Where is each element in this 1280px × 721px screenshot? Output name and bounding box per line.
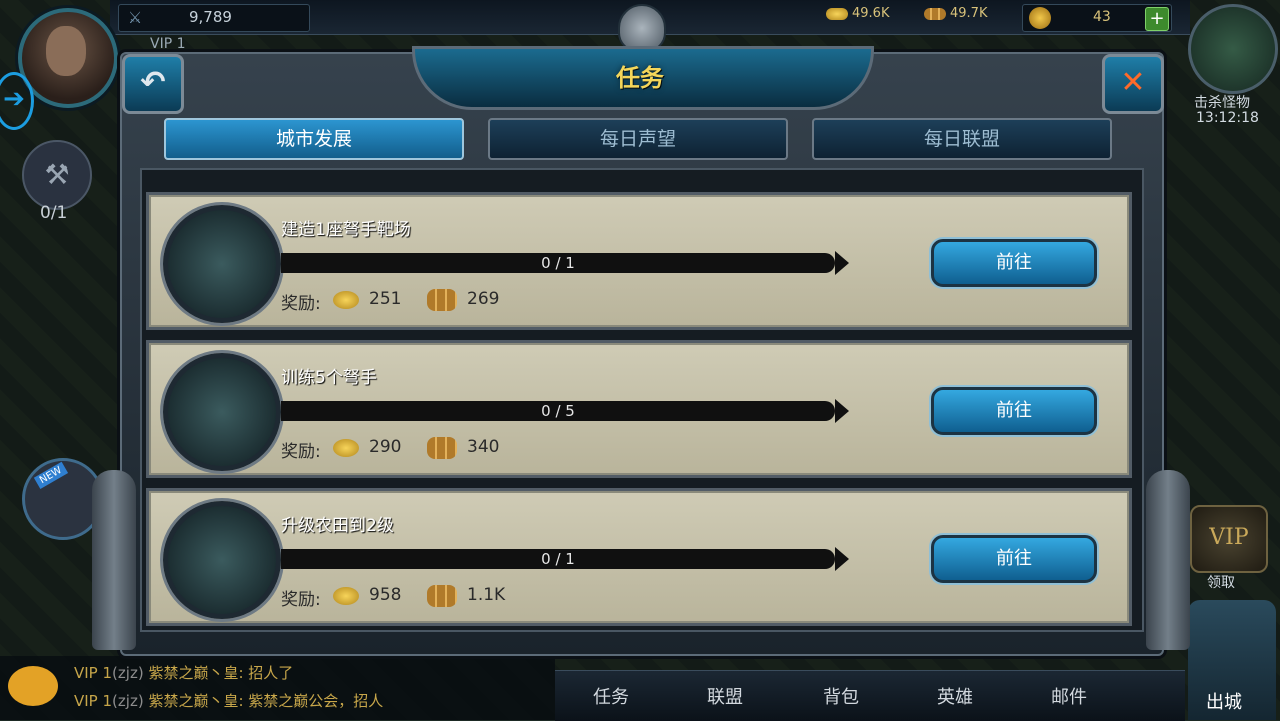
monster-orb-icon[interactable] xyxy=(1188,4,1278,94)
wood-icon xyxy=(427,437,457,459)
reward-food-value: 958 xyxy=(369,585,402,605)
quest-progress-bar: 0 / 5 xyxy=(281,399,849,423)
wood-icon xyxy=(427,289,457,311)
chat-panel[interactable]: VIP 1(zjz) 紫禁之巅丶皇: 招人了 VIP 1(zjz) 紫禁之巅丶皇… xyxy=(0,656,555,720)
nav-heroes[interactable]: 英雄 xyxy=(937,683,973,709)
kill-monster-timer: 13:12:18 xyxy=(1196,110,1259,126)
go-button[interactable]: 前往 xyxy=(931,535,1097,583)
food-resource[interactable]: 49.6K xyxy=(826,6,889,28)
power-display: ⚔ 9,789 xyxy=(118,4,310,32)
exit-city-button[interactable]: 出城 xyxy=(1188,600,1276,720)
nav-quests[interactable]: 任务 xyxy=(593,683,629,709)
vip-reward-button[interactable]: VIP xyxy=(1190,505,1268,573)
hammer-icon[interactable]: ⚒ xyxy=(22,140,92,210)
gems-display: 43 + xyxy=(1022,4,1172,32)
kill-monster-label: 击杀怪物 xyxy=(1194,95,1250,111)
chat-line: VIP 1(zjz) 紫禁之巅丶皇: 招人了 xyxy=(74,664,294,682)
food-icon xyxy=(333,439,359,457)
back-arrow-icon: ↶ xyxy=(140,65,166,100)
archery-range-icon xyxy=(163,205,281,323)
wood-resource[interactable]: 49.7K xyxy=(924,6,987,28)
reward-wood-value: 340 xyxy=(467,437,500,457)
food-icon xyxy=(826,7,848,20)
right-statue xyxy=(1146,470,1190,650)
food-value: 49.6K xyxy=(852,6,890,21)
gems-value: 43 xyxy=(1093,9,1111,25)
quest-progress-text: 0 / 1 xyxy=(541,550,575,568)
go-button[interactable]: 前往 xyxy=(931,239,1097,287)
food-icon xyxy=(333,587,359,605)
reward-label: 奖励: xyxy=(281,294,321,314)
wood-icon xyxy=(427,585,457,607)
quest-name: 升级农田到2级 xyxy=(281,516,394,536)
dialog-title: 任务 xyxy=(616,64,664,92)
reward-food-value: 290 xyxy=(369,437,402,457)
helmet-crest-icon xyxy=(618,4,666,52)
tab-city-development[interactable]: 城市发展 xyxy=(164,118,464,160)
reward-food-value: 251 xyxy=(369,289,402,309)
quest-card: 升级农田到2级 0 / 1 奖励: 958 1.1K 前往 xyxy=(146,488,1132,626)
quest-name: 训练5个弩手 xyxy=(281,368,377,388)
tab-daily-prestige[interactable]: 每日声望 xyxy=(488,118,788,160)
new-badge-label: NEW xyxy=(33,461,68,490)
quest-progress-bar: 0 / 1 xyxy=(281,547,849,571)
vip-level: VIP 1 xyxy=(150,36,186,52)
go-button[interactable]: 前往 xyxy=(931,387,1097,435)
quest-card: 建造1座弩手靶场 0 / 1 奖励: 251 269 前往 xyxy=(146,192,1132,330)
close-button[interactable]: ✕ xyxy=(1102,54,1164,114)
chat-line: VIP 1(zjz) 紫禁之巅丶皇: 紫禁之巅公会，招人 xyxy=(74,692,384,710)
power-value: 9,789 xyxy=(189,8,232,26)
reward-wood-value: 1.1K xyxy=(467,585,506,605)
reward-wood-value: 269 xyxy=(467,289,500,309)
quest-progress-text: 0 / 5 xyxy=(541,402,575,420)
reward-label: 奖励: xyxy=(281,590,321,610)
nav-alliance[interactable]: 联盟 xyxy=(707,683,743,709)
crossbowmen-icon xyxy=(163,353,281,471)
quest-card: 训练5个弩手 0 / 5 奖励: 290 340 前往 xyxy=(146,340,1132,478)
build-queue-count: 0/1 xyxy=(40,203,68,223)
close-x-icon: ✕ xyxy=(1120,65,1146,100)
chat-bubble-icon[interactable] xyxy=(8,666,58,706)
wood-icon xyxy=(924,7,946,20)
bottom-nav-bar: 任务 联盟 背包 英雄 邮件 xyxy=(555,670,1185,721)
nav-bag[interactable]: 背包 xyxy=(823,683,859,709)
quest-progress-text: 0 / 1 xyxy=(541,254,575,272)
food-icon xyxy=(333,291,359,309)
wood-value: 49.7K xyxy=(950,6,988,21)
nav-mail[interactable]: 邮件 xyxy=(1051,683,1087,709)
reward-label: 奖励: xyxy=(281,442,321,462)
quest-progress-bar: 0 / 1 xyxy=(281,251,849,275)
swords-icon: ⚔ xyxy=(127,8,143,27)
add-gems-button[interactable]: + xyxy=(1145,7,1169,31)
vip-claim-label: 领取 xyxy=(1207,575,1235,591)
left-statue xyxy=(92,470,136,650)
farm-icon xyxy=(163,501,281,619)
back-button[interactable]: ↶ xyxy=(122,54,184,114)
gem-coin-icon xyxy=(1029,7,1051,29)
tab-daily-alliance[interactable]: 每日联盟 xyxy=(812,118,1112,160)
exit-city-label: 出城 xyxy=(1206,692,1242,713)
quest-name: 建造1座弩手靶场 xyxy=(281,220,411,240)
